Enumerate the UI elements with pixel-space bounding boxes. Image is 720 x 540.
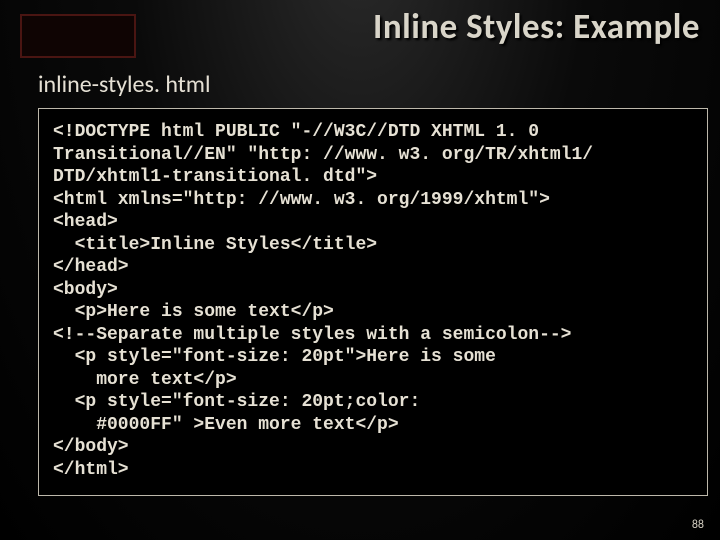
slide: Inline Styles: Example inline-styles. ht… [0, 0, 720, 540]
code-block: <!DOCTYPE html PUBLIC "-//W3C//DTD XHTML… [38, 108, 708, 496]
slide-title: Inline Styles: Example [0, 6, 720, 48]
slide-number: 88 [692, 518, 704, 532]
slide-subtitle: inline-styles. html [38, 70, 210, 99]
